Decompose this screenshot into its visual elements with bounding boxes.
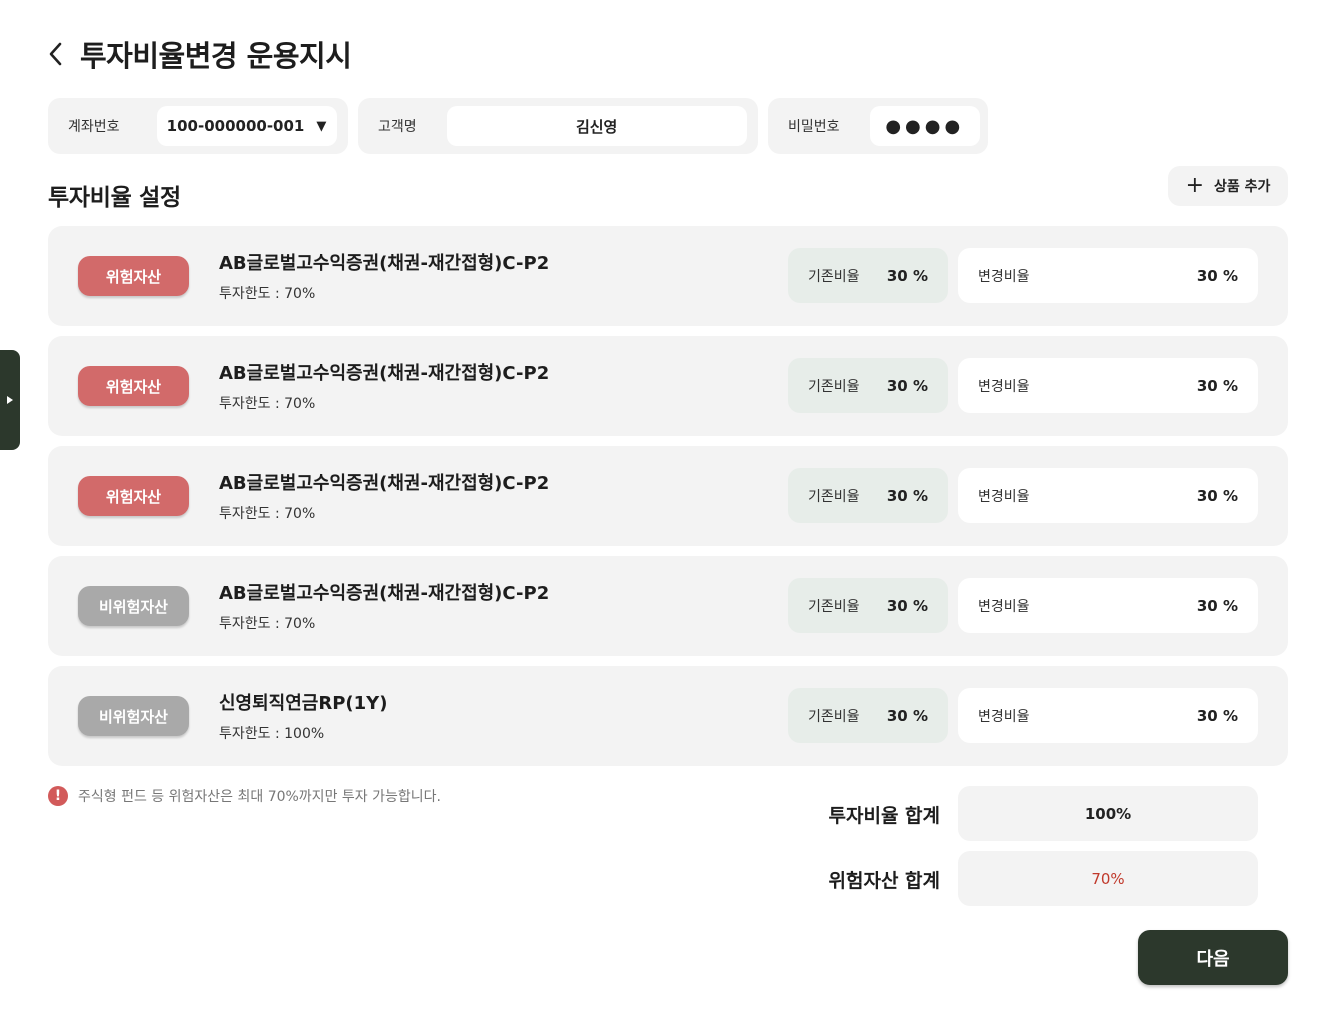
back-button[interactable] — [44, 34, 66, 74]
notice-text: 주식형 펀드 등 위험자산은 최대 70%까지만 투자 가능합니다. — [78, 789, 441, 805]
change-ratio-input[interactable]: 변경비율 30 % — [958, 688, 1258, 743]
risk-total-value: 70% — [958, 851, 1258, 906]
change-ratio-value: 30 % — [1196, 486, 1238, 505]
change-ratio-input[interactable]: 변경비율 30 % — [958, 578, 1258, 633]
existing-ratio-label: 기존비율 — [808, 378, 860, 395]
section-title: 투자비율 설정 — [48, 185, 181, 211]
info-bar: 계좌번호 100-000000-001 ▼ 고객명 김신영 비밀번호 ●●●● — [48, 98, 988, 154]
change-ratio-value: 30 % — [1196, 266, 1238, 285]
password-field[interactable]: ●●●● — [869, 106, 980, 146]
total-ratio-value: 100% — [958, 786, 1258, 841]
caret-down-icon: ▼ — [316, 118, 327, 134]
plus-icon: + — [1185, 173, 1205, 198]
customer-label: 고객명 — [378, 119, 417, 135]
account-value: 100-000000-001 — [166, 117, 305, 135]
investment-limit: 투자한도 : 70% — [219, 616, 316, 632]
product-name: 신영퇴직연금RP(1Y) — [219, 693, 388, 714]
product-name: AB글로벌고수익증권(채권-재간접형)C-P2 — [219, 583, 550, 604]
customer-name-field: 김신영 — [446, 106, 747, 146]
existing-ratio-label: 기존비율 — [808, 708, 860, 725]
password-label: 비밀번호 — [788, 119, 840, 135]
change-ratio-value: 30 % — [1196, 376, 1238, 395]
change-ratio-label: 변경비율 — [978, 708, 1030, 725]
existing-ratio-value: 30 % — [886, 266, 928, 285]
change-ratio-label: 변경비율 — [978, 378, 1030, 395]
existing-ratio: 기존비율 30 % — [788, 578, 948, 633]
play-icon — [7, 396, 13, 404]
product-list: 위험자산 AB글로벌고수익증권(채권-재간접형)C-P2 투자한도 : 70% … — [48, 226, 1288, 776]
existing-ratio-label: 기존비율 — [808, 268, 860, 285]
change-ratio-label: 변경비율 — [978, 598, 1030, 615]
change-ratio-value: 30 % — [1196, 596, 1238, 615]
non-risk-badge: 비위험자산 — [78, 696, 189, 736]
investment-limit: 투자한도 : 70% — [219, 506, 316, 522]
product-row: 비위험자산 신영퇴직연금RP(1Y) 투자한도 : 100% 기존비율 30 %… — [48, 666, 1288, 766]
existing-ratio-value: 30 % — [886, 596, 928, 615]
existing-ratio-value: 30 % — [886, 486, 928, 505]
product-name: AB글로벌고수익증권(채권-재간접형)C-P2 — [219, 253, 550, 274]
product-row: 위험자산 AB글로벌고수익증권(채권-재간접형)C-P2 투자한도 : 70% … — [48, 226, 1288, 326]
password-box: 비밀번호 ●●●● — [768, 98, 988, 154]
change-ratio-input[interactable]: 변경비율 30 % — [958, 248, 1258, 303]
product-row: 비위험자산 AB글로벌고수익증권(채권-재간접형)C-P2 투자한도 : 70%… — [48, 556, 1288, 656]
risk-total-label: 위험자산 합계 — [828, 870, 941, 892]
side-panel-toggle[interactable] — [0, 350, 20, 450]
product-name: AB글로벌고수익증권(채권-재간접형)C-P2 — [219, 363, 550, 384]
risk-badge: 위험자산 — [78, 256, 189, 296]
alert-icon: ! — [48, 786, 68, 806]
account-box: 계좌번호 100-000000-001 ▼ — [48, 98, 348, 154]
account-label: 계좌번호 — [68, 119, 120, 135]
existing-ratio-label: 기존비율 — [808, 488, 860, 505]
customer-box: 고객명 김신영 — [358, 98, 758, 154]
non-risk-badge: 비위험자산 — [78, 586, 189, 626]
investment-limit: 투자한도 : 70% — [219, 286, 316, 302]
product-name: AB글로벌고수익증권(채권-재간접형)C-P2 — [219, 473, 550, 494]
existing-ratio-value: 30 % — [886, 376, 928, 395]
change-ratio-value: 30 % — [1196, 706, 1238, 725]
change-ratio-label: 변경비율 — [978, 488, 1030, 505]
existing-ratio: 기존비율 30 % — [788, 688, 948, 743]
page-title: 투자비율변경 운용지시 — [80, 39, 352, 73]
investment-limit: 투자한도 : 70% — [219, 396, 316, 412]
header: 투자비율변경 운용지시 — [44, 34, 352, 74]
account-select[interactable]: 100-000000-001 ▼ — [156, 106, 337, 146]
add-product-label: 상품 추가 — [1214, 179, 1271, 195]
risk-badge: 위험자산 — [78, 476, 189, 516]
add-product-button[interactable]: + 상품 추가 — [1168, 166, 1288, 206]
next-button[interactable]: 다음 — [1138, 930, 1288, 985]
chevron-left-icon — [49, 42, 62, 66]
notice: ! 주식형 펀드 등 위험자산은 최대 70%까지만 투자 가능합니다. — [48, 786, 441, 806]
product-row: 위험자산 AB글로벌고수익증권(채권-재간접형)C-P2 투자한도 : 70% … — [48, 336, 1288, 436]
change-ratio-input[interactable]: 변경비율 30 % — [958, 468, 1258, 523]
change-ratio-input[interactable]: 변경비율 30 % — [958, 358, 1258, 413]
existing-ratio: 기존비율 30 % — [788, 358, 948, 413]
total-ratio-label: 투자비율 합계 — [828, 805, 941, 827]
existing-ratio: 기존비율 30 % — [788, 468, 948, 523]
change-ratio-label: 변경비율 — [978, 268, 1030, 285]
existing-ratio-label: 기존비율 — [808, 598, 860, 615]
risk-badge: 위험자산 — [78, 366, 189, 406]
existing-ratio: 기존비율 30 % — [788, 248, 948, 303]
product-row: 위험자산 AB글로벌고수익증권(채권-재간접형)C-P2 투자한도 : 70% … — [48, 446, 1288, 546]
existing-ratio-value: 30 % — [886, 706, 928, 725]
investment-limit: 투자한도 : 100% — [219, 726, 325, 742]
